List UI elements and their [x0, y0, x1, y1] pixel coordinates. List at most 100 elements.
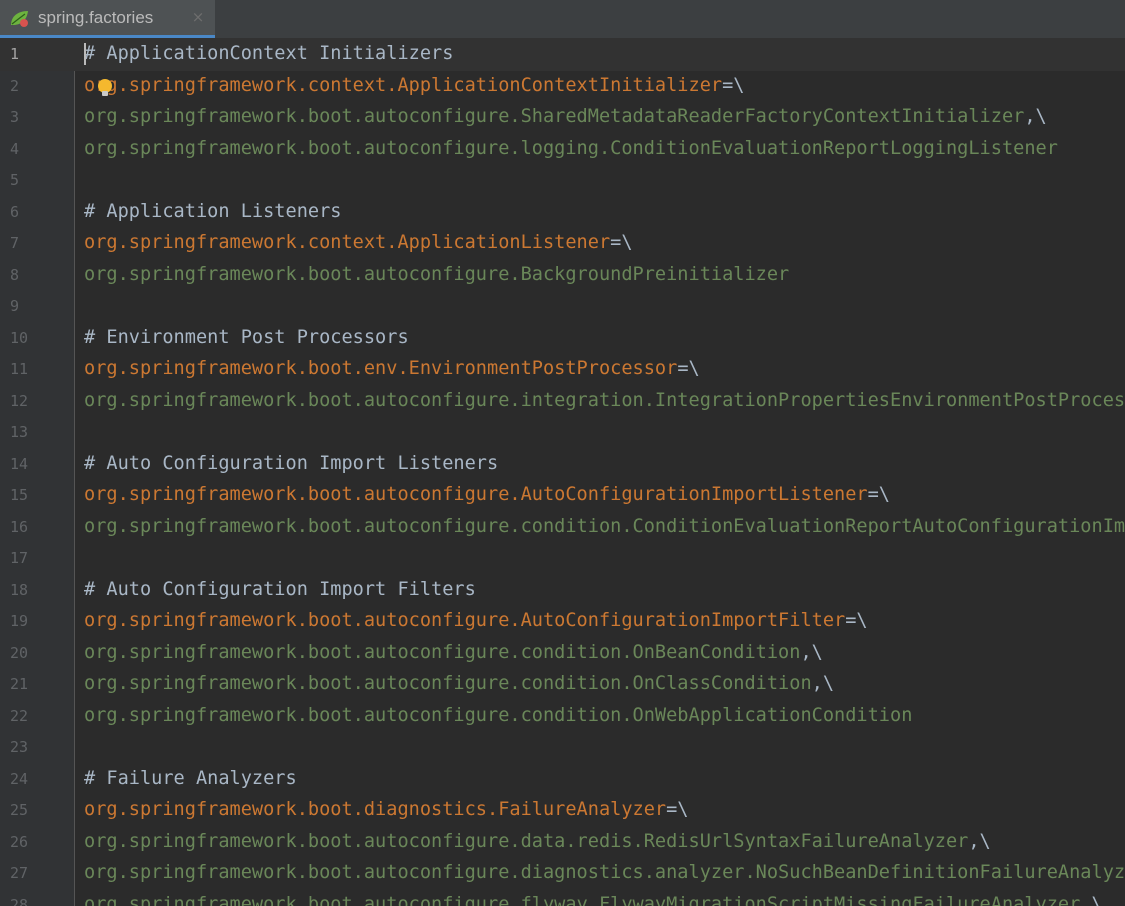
property-value: org.springframework.boot.autoconfigure.c…: [84, 641, 801, 663]
property-value: org.springframework.boot.autoconfigure.f…: [84, 893, 1081, 906]
property-key: org.springframework.boot.env.Environment…: [84, 358, 678, 379]
code-line[interactable]: 21 org.springframework.boot.autoconfigure…: [0, 669, 1125, 701]
line-number: 16: [10, 517, 29, 536]
code-line[interactable]: 7 org.springframework.context.Application…: [0, 228, 1125, 260]
code-line[interactable]: 17: [0, 543, 1125, 575]
code-text: # Application Listeners: [84, 200, 341, 224]
lightbulb-icon[interactable]: [96, 75, 114, 99]
line-number: 9: [10, 297, 20, 315]
code-line[interactable]: 25 org.springframework.boot.diagnostics.F…: [0, 795, 1125, 827]
comment-text: # Auto Configuration Import Filters: [84, 578, 476, 600]
line-number: 24: [10, 769, 29, 788]
line-number: 13: [10, 423, 29, 441]
code-line[interactable]: 14 # Auto Configuration Import Listeners: [0, 449, 1125, 481]
code-text: org.springframework.context.ApplicationC…: [84, 74, 744, 98]
code-line[interactable]: 12 org.springframework.boot.autoconfigure…: [0, 386, 1125, 418]
line-number: 4: [10, 139, 20, 158]
line-number: 3: [10, 108, 20, 126]
comment-text: # Application Listeners: [84, 200, 342, 222]
line-number: 11: [10, 360, 29, 378]
code-line[interactable]: 1 # ApplicationContext Initializers: [0, 39, 1125, 71]
comment-text: # Environment Post Processors: [84, 326, 409, 348]
tab-title: spring.factories: [38, 8, 154, 27]
property-value: org.springframework.boot.autoconfigure.d…: [84, 862, 1125, 883]
code-line[interactable]: 27 org.springframework.boot.autoconfigure…: [0, 858, 1125, 890]
code-line[interactable]: 10 # Environment Post Processors: [0, 323, 1125, 355]
comment-text: # ApplicationContext Initializers: [84, 43, 454, 64]
code-text: org.springframework.boot.autoconfigure.d…: [84, 861, 1125, 885]
line-number: 21: [10, 675, 29, 693]
property-key: org.springframework.context.ApplicationL…: [84, 232, 611, 253]
code-line[interactable]: 16 org.springframework.boot.autoconfigure…: [0, 512, 1125, 544]
code-line[interactable]: 4 org.springframework.boot.autoconfigure.…: [0, 134, 1125, 166]
code-line[interactable]: 28 org.springframework.boot.autoconfigure…: [0, 890, 1125, 906]
line-number: 25: [10, 801, 29, 819]
code-line[interactable]: 5: [0, 165, 1125, 197]
code-line[interactable]: 26 org.springframework.boot.autoconfigure…: [0, 827, 1125, 859]
code-line[interactable]: 15 org.springframework.boot.autoconfigure…: [0, 480, 1125, 512]
line-number: 19: [10, 612, 29, 630]
comment-text: # Auto Configuration Import Listeners: [84, 452, 499, 474]
operator: =\: [677, 358, 700, 379]
code-line[interactable]: 22 org.springframework.boot.autoconfigure…: [0, 701, 1125, 733]
operator: ,\: [1024, 106, 1047, 127]
line-number: 17: [10, 549, 29, 567]
code-text: org.springframework.boot.env.Environment…: [84, 357, 700, 381]
line-number: 2: [10, 76, 20, 95]
line-number: 23: [10, 738, 29, 756]
line-number: 27: [10, 864, 29, 882]
code-text: org.springframework.boot.autoconfigure.i…: [84, 389, 1125, 413]
code-text: org.springframework.boot.autoconfigure.S…: [84, 105, 1047, 129]
close-icon[interactable]: ×: [189, 8, 207, 26]
line-number: 8: [10, 265, 20, 284]
code-line[interactable]: 20 org.springframework.boot.autoconfigure…: [0, 638, 1125, 670]
code-line[interactable]: 11 org.springframework.boot.env.Environme…: [0, 354, 1125, 386]
operator: ,\: [1080, 893, 1103, 906]
code-line[interactable]: 3 org.springframework.boot.autoconfigure.…: [0, 102, 1125, 134]
property-value: org.springframework.boot.autoconfigure.d…: [84, 830, 969, 852]
code-text: # Auto Configuration Import Filters: [84, 578, 476, 602]
operator: =\: [845, 610, 868, 631]
property-value: org.springframework.boot.autoconfigure.c…: [84, 704, 913, 726]
code-text: org.springframework.boot.autoconfigure.f…: [84, 893, 1103, 906]
code-line[interactable]: 2 org.springframework.context.Application…: [0, 71, 1125, 103]
operator: =\: [666, 799, 689, 820]
line-number: 5: [10, 171, 20, 189]
code-line[interactable]: 8 org.springframework.boot.autoconfigure.…: [0, 260, 1125, 292]
code-line[interactable]: 13: [0, 417, 1125, 449]
code-text: org.springframework.boot.autoconfigure.c…: [84, 672, 834, 696]
property-value: org.springframework.boot.autoconfigure.B…: [84, 263, 790, 285]
line-number: 10: [10, 328, 29, 347]
code-line[interactable]: 6 # Application Listeners: [0, 197, 1125, 229]
code-text: org.springframework.boot.autoconfigure.d…: [84, 830, 991, 854]
property-key: org.springframework.boot.diagnostics.Fai…: [84, 799, 667, 820]
code-text: org.springframework.boot.autoconfigure.l…: [84, 137, 1058, 161]
line-number: 6: [10, 202, 20, 221]
property-key: org.springframework.context.ApplicationC…: [84, 74, 723, 96]
code-line[interactable]: 9: [0, 291, 1125, 323]
editor-tab-bar: spring.factories ×: [0, 0, 1125, 39]
code-line[interactable]: 18 # Auto Configuration Import Filters: [0, 575, 1125, 607]
code-editor[interactable]: 1 # ApplicationContext Initializers 2 org.s…: [0, 39, 1125, 906]
property-value: org.springframework.boot.autoconfigure.l…: [84, 137, 1058, 159]
operator: =\: [722, 74, 745, 96]
code-text: org.springframework.boot.autoconfigure.c…: [84, 641, 823, 665]
code-line[interactable]: 23: [0, 732, 1125, 764]
line-number: 14: [10, 454, 29, 473]
property-value: org.springframework.boot.autoconfigure.S…: [84, 106, 1025, 127]
text-caret: [84, 43, 86, 65]
code-text: # Failure Analyzers: [84, 767, 297, 791]
line-number: 28: [10, 895, 29, 906]
code-text: org.springframework.boot.autoconfigure.B…: [84, 263, 789, 287]
code-text: org.springframework.boot.autoconfigure.c…: [84, 515, 1125, 539]
code-text: org.springframework.boot.diagnostics.Fai…: [84, 798, 689, 822]
operator: ,\: [800, 641, 823, 663]
property-value: org.springframework.boot.autoconfigure.i…: [84, 389, 1125, 411]
tab-spring-factories[interactable]: spring.factories ×: [0, 0, 215, 38]
line-number: 7: [10, 234, 20, 252]
comment-text: # Failure Analyzers: [84, 767, 297, 789]
property-key: org.springframework.boot.autoconfigure.A…: [84, 610, 846, 631]
code-text: org.springframework.context.ApplicationL…: [84, 231, 633, 255]
code-line[interactable]: 24 # Failure Analyzers: [0, 764, 1125, 796]
code-line[interactable]: 19 org.springframework.boot.autoconfigure…: [0, 606, 1125, 638]
